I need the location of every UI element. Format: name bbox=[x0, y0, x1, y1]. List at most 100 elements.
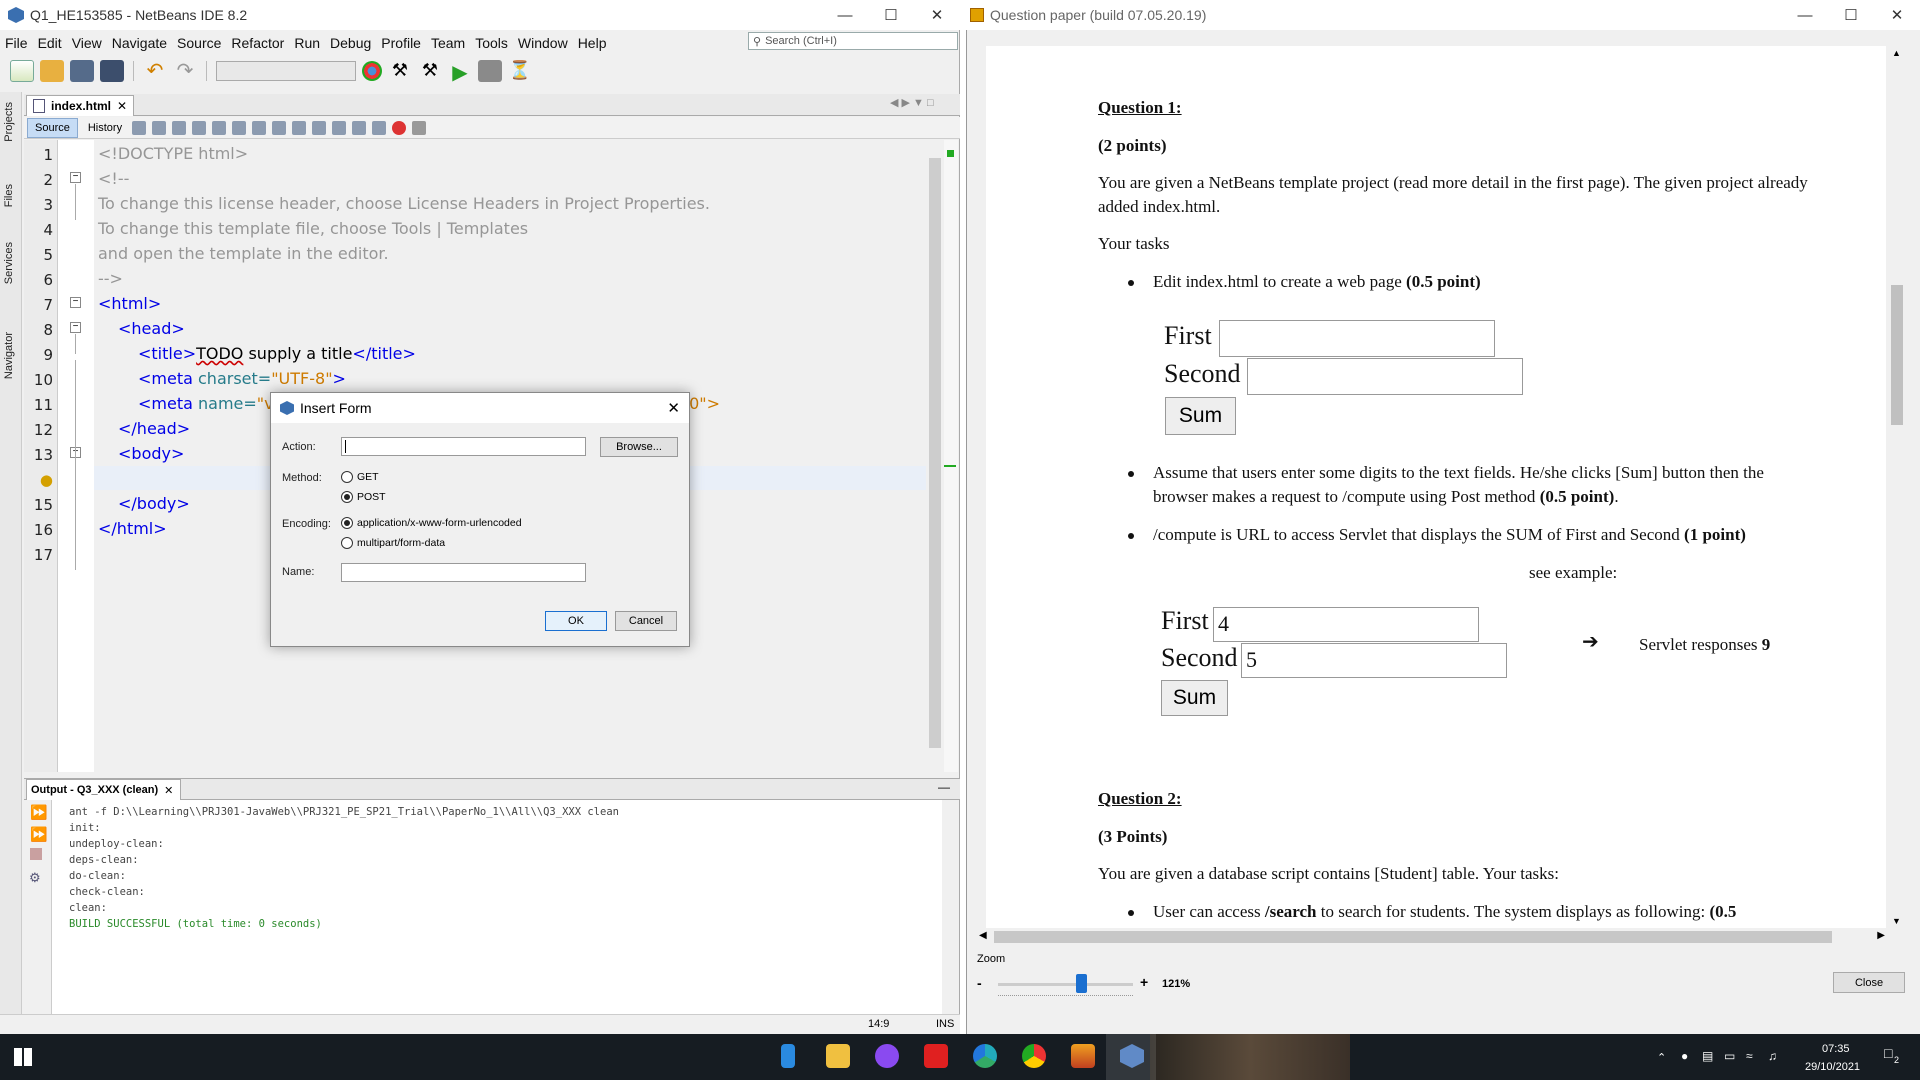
menu-navigate[interactable]: Navigate bbox=[107, 35, 172, 51]
save-all-icon[interactable] bbox=[100, 60, 124, 82]
menu-run[interactable]: Run bbox=[289, 35, 325, 51]
wifi-icon[interactable]: ≈ bbox=[1746, 1049, 1753, 1063]
find-icon[interactable] bbox=[192, 120, 207, 135]
encoding-urlencoded-radio[interactable]: application/x-www-form-urlencoded bbox=[341, 517, 522, 529]
menu-tools[interactable]: Tools bbox=[470, 35, 513, 51]
stop-icon[interactable] bbox=[30, 848, 42, 860]
menu-source[interactable]: Source bbox=[172, 35, 226, 51]
build-icon[interactable]: ⚒ bbox=[388, 60, 412, 82]
configuration-combo[interactable] bbox=[216, 61, 356, 81]
menu-help[interactable]: Help bbox=[573, 35, 612, 51]
youtube-icon[interactable] bbox=[924, 1044, 948, 1068]
close-icon[interactable]: ✕ bbox=[1874, 0, 1920, 30]
debug-icon[interactable] bbox=[478, 60, 502, 82]
next-bookmark-icon[interactable] bbox=[312, 120, 327, 135]
new-project-icon[interactable] bbox=[40, 60, 64, 82]
document-scroll-thumb[interactable] bbox=[1891, 285, 1903, 425]
files-tab[interactable]: Files bbox=[3, 184, 15, 207]
keyboard-icon[interactable]: ▤ bbox=[1702, 1049, 1713, 1063]
action-input[interactable] bbox=[341, 437, 586, 456]
close-icon[interactable]: ✕ bbox=[914, 0, 960, 30]
output-console[interactable]: ant -f D:\\Learning\\PRJ301-JavaWeb\\PRJ… bbox=[52, 800, 942, 1014]
clean-build-icon[interactable]: ⚒ bbox=[418, 60, 442, 82]
history-tab[interactable]: History bbox=[81, 119, 129, 137]
tab-scroll-icon[interactable]: ◀ ▶ ▼ □ bbox=[890, 96, 934, 109]
document-viewer[interactable]: Question 1: (2 points) You are given a N… bbox=[986, 46, 1886, 928]
chrome-icon[interactable] bbox=[1022, 1044, 1046, 1068]
document-app-icon[interactable] bbox=[781, 1044, 795, 1068]
maximize-icon[interactable]: ☐ bbox=[868, 0, 914, 30]
microphone-icon[interactable]: ● bbox=[1681, 1049, 1688, 1063]
fold-toggle-icon[interactable]: − bbox=[70, 172, 81, 183]
ok-button[interactable]: OK bbox=[545, 611, 607, 631]
profile-icon[interactable]: ⏳ bbox=[508, 60, 532, 82]
source-tab[interactable]: Source bbox=[27, 117, 78, 138]
clock-time[interactable]: 07:35 bbox=[1822, 1043, 1850, 1055]
editor-tab-index-html[interactable]: index.html ✕ bbox=[26, 95, 134, 116]
browser-icon[interactable] bbox=[362, 61, 382, 81]
notifications-icon[interactable]: □ bbox=[1884, 1045, 1892, 1061]
name-input[interactable] bbox=[341, 563, 586, 582]
encoding-multipart-radio[interactable]: multipart/form-data bbox=[341, 537, 445, 549]
forward-icon[interactable] bbox=[172, 120, 187, 135]
editor-scroll-thumb[interactable] bbox=[929, 158, 941, 748]
browse-button[interactable]: Browse... bbox=[600, 437, 678, 457]
scroll-down-icon[interactable]: ▼ bbox=[1892, 916, 1901, 926]
show-hidden-icons-icon[interactable]: ⌃ bbox=[1657, 1051, 1666, 1064]
back-icon[interactable] bbox=[152, 120, 167, 135]
projects-tab[interactable]: Projects bbox=[3, 102, 15, 142]
redo-icon[interactable]: ↷ bbox=[173, 60, 197, 82]
edge-icon[interactable] bbox=[973, 1044, 997, 1068]
method-post-radio[interactable]: POST bbox=[341, 491, 386, 503]
toggle-bookmark-icon[interactable] bbox=[332, 120, 347, 135]
document-hscroll-thumb[interactable] bbox=[994, 931, 1832, 943]
clock-date[interactable]: 29/10/2021 bbox=[1805, 1061, 1860, 1073]
zoom-slider[interactable] bbox=[998, 974, 1133, 993]
output-scrollbar[interactable] bbox=[942, 800, 958, 1014]
search-input[interactable]: ⚲ Search (Ctrl+I) bbox=[748, 32, 958, 50]
find-next-icon[interactable] bbox=[232, 120, 247, 135]
run-icon[interactable]: ▶ bbox=[448, 60, 472, 84]
zoom-in-button[interactable]: + bbox=[1140, 974, 1148, 990]
close-tab-icon[interactable]: ✕ bbox=[164, 784, 173, 797]
rerun-icon[interactable]: ⏩ bbox=[30, 804, 47, 821]
menu-refactor[interactable]: Refactor bbox=[226, 35, 289, 51]
java-app-icon[interactable] bbox=[1071, 1044, 1095, 1068]
navigator-tab[interactable]: Navigator bbox=[3, 332, 15, 379]
fold-toggle-icon[interactable]: − bbox=[70, 322, 81, 333]
open-project-icon[interactable] bbox=[70, 60, 94, 82]
undo-icon[interactable]: ↶ bbox=[143, 60, 167, 82]
close-icon[interactable]: ✕ bbox=[667, 399, 680, 417]
zoom-out-button[interactable]: - bbox=[977, 975, 982, 991]
toggle-rect-select-icon[interactable] bbox=[272, 120, 287, 135]
settings-icon[interactable]: ⚙ bbox=[29, 870, 41, 886]
menu-view[interactable]: View bbox=[67, 35, 107, 51]
minimize-panel-icon[interactable]: — bbox=[938, 780, 950, 794]
volume-icon[interactable]: ♫ bbox=[1768, 1049, 1777, 1063]
file-explorer-icon[interactable] bbox=[826, 1044, 850, 1068]
stop-macro-icon[interactable] bbox=[412, 120, 427, 135]
prev-bookmark-icon[interactable] bbox=[292, 120, 307, 135]
menu-team[interactable]: Team bbox=[426, 35, 470, 51]
zoom-slider-thumb[interactable] bbox=[1076, 974, 1088, 993]
menu-file[interactable]: File bbox=[0, 35, 33, 51]
minimize-icon[interactable]: — bbox=[822, 0, 868, 30]
document-vertical-scrollbar[interactable]: ▲ ▼ bbox=[1888, 46, 1906, 928]
hint-bulb-icon[interactable]: ● bbox=[40, 471, 53, 489]
method-get-radio[interactable]: GET bbox=[341, 471, 379, 483]
cancel-button[interactable]: Cancel bbox=[615, 611, 677, 631]
output-tab[interactable]: Output - Q3_XXX (clean) ✕ bbox=[26, 779, 181, 800]
close-tab-icon[interactable]: ✕ bbox=[117, 99, 127, 113]
close-button[interactable]: Close bbox=[1833, 972, 1905, 993]
rerun-with-params-icon[interactable]: ⏩ bbox=[30, 826, 47, 843]
scroll-right-icon[interactable]: ▶ bbox=[1877, 930, 1885, 941]
scroll-left-icon[interactable]: ◀ bbox=[979, 930, 987, 941]
fold-toggle-icon[interactable]: − bbox=[70, 297, 81, 308]
services-tab[interactable]: Services bbox=[3, 242, 15, 284]
windows-start-icon[interactable] bbox=[14, 1048, 32, 1066]
minimize-icon[interactable]: — bbox=[1782, 0, 1828, 30]
menu-window[interactable]: Window bbox=[513, 35, 573, 51]
new-file-icon[interactable] bbox=[10, 60, 34, 82]
scroll-up-icon[interactable]: ▲ bbox=[1892, 48, 1901, 58]
menu-edit[interactable]: Edit bbox=[33, 35, 67, 51]
